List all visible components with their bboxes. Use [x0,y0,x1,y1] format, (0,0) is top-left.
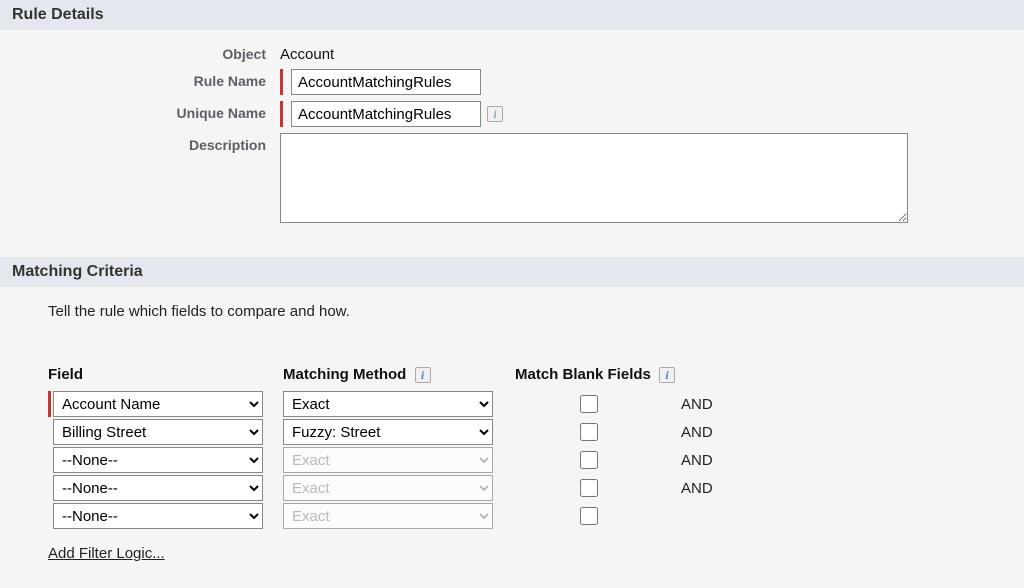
criteria-table: Field Matching Method i Match Blank Fiel… [48,364,741,531]
header-blank: Match Blank Fields i [515,366,681,389]
matching-method-select[interactable]: ExactFuzzy: Street [283,391,493,417]
info-icon[interactable]: i [659,367,675,383]
required-indicator [280,101,283,127]
section-header-rule-details: Rule Details [0,0,1024,30]
criteria-row: Account NameBilling Street--None-- ExactF… [48,503,741,529]
criteria-row: Account NameBilling Street--None-- ExactF… [48,391,741,417]
header-and [681,366,741,389]
rule-details-body: Object Account Rule Name Unique Name i D… [0,30,1024,257]
info-icon[interactable]: i [487,106,503,122]
field-select[interactable]: Account NameBilling Street--None-- [53,447,263,473]
matching-criteria-body: Tell the rule which fields to compare an… [0,287,1024,582]
match-blank-checkbox[interactable] [580,423,598,441]
label-unique-name: Unique Name [0,101,280,121]
matching-method-select: ExactFuzzy: Street [283,447,493,473]
criteria-row: Account NameBilling Street--None-- ExactF… [48,447,741,473]
criteria-intro-text: Tell the rule which fields to compare an… [48,303,1024,320]
header-method-text: Matching Method [283,366,406,383]
add-filter-logic-link[interactable]: Add Filter Logic... [48,545,165,562]
field-select[interactable]: Account NameBilling Street--None-- [53,391,263,417]
label-object: Object [0,42,280,62]
field-select[interactable]: Account NameBilling Street--None-- [53,503,263,529]
value-object: Account [280,42,334,63]
header-method: Matching Method i [283,366,515,389]
info-icon[interactable]: i [415,367,431,383]
description-textarea[interactable] [280,133,908,223]
rule-name-input[interactable] [291,69,481,95]
required-indicator [48,391,51,417]
label-description: Description [0,133,280,153]
match-blank-checkbox[interactable] [580,395,598,413]
field-select[interactable]: Account NameBilling Street--None-- [53,475,263,501]
required-indicator [280,69,283,95]
match-blank-checkbox[interactable] [580,451,598,469]
and-operator: AND [681,475,741,501]
and-operator: AND [681,391,741,417]
unique-name-input[interactable] [291,101,481,127]
header-blank-text: Match Blank Fields [515,366,651,383]
spacer [48,503,51,529]
header-field: Field [48,366,283,389]
matching-method-select: ExactFuzzy: Street [283,475,493,501]
matching-method-select[interactable]: ExactFuzzy: Street [283,419,493,445]
and-operator: AND [681,447,741,473]
criteria-row: Account NameBilling Street--None-- ExactF… [48,475,741,501]
match-blank-checkbox[interactable] [580,507,598,525]
section-header-matching-criteria: Matching Criteria [0,257,1024,287]
criteria-row: Account NameBilling Street--None-- ExactF… [48,419,741,445]
label-rule-name: Rule Name [0,69,280,89]
spacer [48,447,51,473]
spacer [48,419,51,445]
spacer [48,475,51,501]
field-select[interactable]: Account NameBilling Street--None-- [53,419,263,445]
match-blank-checkbox[interactable] [580,479,598,497]
and-operator [681,503,741,529]
matching-method-select: ExactFuzzy: Street [283,503,493,529]
and-operator: AND [681,419,741,445]
